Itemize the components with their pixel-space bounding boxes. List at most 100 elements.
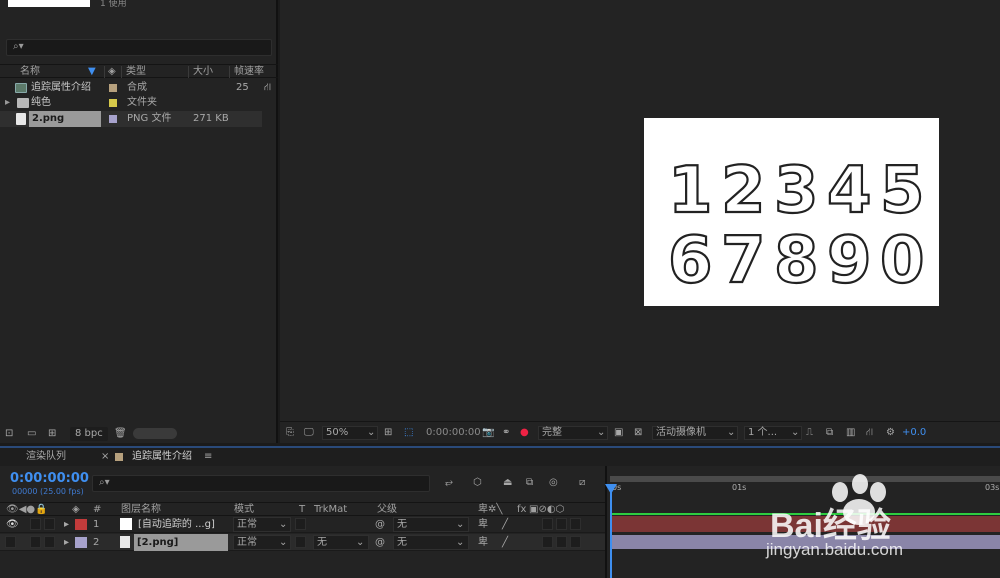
- motion-blur-icon[interactable]: ◎: [549, 476, 558, 490]
- audio-toggle[interactable]: [30, 518, 41, 530]
- mode-select[interactable]: 正常 ⌄: [233, 535, 291, 550]
- shy-switch-icon[interactable]: 卑: [478, 516, 488, 533]
- transparency-grid-icon[interactable]: ⊠: [634, 422, 642, 444]
- shy-switch-icon[interactable]: 卑: [478, 534, 488, 551]
- pick-whip-icon[interactable]: @: [375, 534, 385, 551]
- quality-switch-icon[interactable]: ╱: [502, 534, 508, 551]
- label-tag-icon[interactable]: ◈: [108, 65, 116, 78]
- column-type[interactable]: 类型: [126, 65, 146, 78]
- layer-name[interactable]: [2.png]: [134, 534, 228, 551]
- graph-editor-icon[interactable]: ⧄: [579, 476, 585, 490]
- zoom-select[interactable]: 50% ⌄: [322, 426, 378, 440]
- views-select[interactable]: 1 个... ⌄: [744, 426, 802, 440]
- project-item[interactable]: 追踪属性介绍 合成 25: [0, 80, 262, 96]
- mode-select[interactable]: 正常 ⌄: [233, 517, 291, 532]
- composition-canvas[interactable]: 12345 67890: [644, 118, 939, 306]
- bit-depth-button[interactable]: 8 bpc: [70, 427, 108, 441]
- preserve-transparency-toggle[interactable]: [295, 536, 306, 548]
- playhead-handle[interactable]: [605, 484, 617, 494]
- snapshot-icon[interactable]: 📷: [482, 422, 494, 444]
- timeline-icon[interactable]: ▥: [846, 422, 855, 444]
- tab-render-queue[interactable]: 渲染队列: [26, 448, 66, 466]
- switches-icons: 卑✲╲: [478, 504, 503, 515]
- parent-select[interactable]: 无 ⌄: [393, 517, 469, 532]
- video-toggle[interactable]: [5, 536, 16, 548]
- safe-areas-icon[interactable]: ⊞: [384, 422, 392, 444]
- parent-select[interactable]: 无 ⌄: [393, 535, 469, 550]
- chevron-down-icon: ⌄: [597, 427, 606, 438]
- expand-arrow-icon[interactable]: ▸: [5, 95, 10, 111]
- show-snapshot-icon[interactable]: ⚭: [502, 422, 510, 444]
- project-search-input[interactable]: ⌕▾: [6, 39, 272, 56]
- switch-box[interactable]: [542, 536, 553, 548]
- camera-select[interactable]: 活动摄像机 ⌄: [652, 426, 738, 440]
- current-time-indicator[interactable]: [605, 484, 617, 578]
- lock-toggle[interactable]: [44, 536, 55, 548]
- label-swatch[interactable]: [109, 115, 117, 123]
- monitor-icon[interactable]: 🖵: [304, 422, 314, 444]
- timeline-tabs: 渲染队列 × 追踪属性介绍 ≡: [0, 446, 1000, 466]
- lock-toggle[interactable]: [44, 518, 55, 530]
- trash-icon[interactable]: 🗑: [114, 427, 127, 441]
- fast-previews-icon[interactable]: ▣: [614, 422, 623, 444]
- sort-desc-icon[interactable]: ▼: [88, 65, 96, 78]
- expand-arrow-icon[interactable]: ▸: [64, 516, 69, 533]
- switch-box[interactable]: [556, 536, 567, 548]
- expand-arrow-icon[interactable]: ▸: [64, 534, 69, 551]
- column-name[interactable]: 名称: [20, 65, 40, 78]
- switch-box[interactable]: [556, 518, 567, 530]
- interpret-footage-icon[interactable]: ⊡: [5, 427, 13, 441]
- column-fps[interactable]: 帧速率: [234, 65, 264, 78]
- project-scrollbar[interactable]: [133, 428, 177, 439]
- preserve-transparency-toggle[interactable]: [295, 518, 306, 530]
- reset-exposure-icon[interactable]: ⚙: [886, 422, 895, 444]
- layer-row[interactable]: 👁 ▸ 1 [自动追踪的 ...g] 正常 ⌄ @ 无 ⌄ 卑 ╱: [0, 516, 605, 533]
- region-of-interest-icon[interactable]: ⬚: [404, 422, 413, 444]
- trkmat-select[interactable]: 无 ⌄: [313, 535, 369, 550]
- layer-label-color[interactable]: [75, 519, 87, 530]
- chevron-down-icon: ⌄: [279, 519, 288, 530]
- layer-name[interactable]: [自动追踪的 ...g]: [138, 516, 215, 533]
- flowchart-icon[interactable]: ⛙: [866, 422, 873, 444]
- panel-menu-icon[interactable]: ≡: [204, 448, 212, 466]
- new-folder-icon[interactable]: ▭: [27, 427, 36, 441]
- resolution-select[interactable]: 完整 ⌄: [538, 426, 608, 440]
- digits-image: 1 2 3 4 5 6 7 8 9 0: [667, 153, 926, 299]
- quality-switch-icon[interactable]: ╱: [502, 516, 508, 533]
- search-icon: ⌕▾: [13, 41, 24, 52]
- frame-blending-icon[interactable]: ⧉: [526, 476, 533, 490]
- always-preview-icon[interactable]: ⎘: [286, 422, 294, 444]
- toggle-pixel-aspect-icon[interactable]: ⎍: [806, 422, 813, 444]
- layer-row-selected[interactable]: ▸ 2 [2.png] 正常 ⌄ 无 ⌄ @ 无 ⌄ 卑 ╱: [0, 534, 605, 551]
- av-features-icons: 👁◀●🔒: [6, 504, 48, 515]
- label-swatch[interactable]: [109, 99, 117, 107]
- layer-label-color[interactable]: [75, 537, 87, 548]
- project-item-selected[interactable]: 2.png PNG 文件 271 KB: [0, 111, 262, 127]
- comp-flowchart-icon[interactable]: ⥂: [445, 476, 453, 490]
- folder-icon: [17, 98, 29, 108]
- audio-toggle[interactable]: [30, 536, 41, 548]
- draft-3d-icon[interactable]: ⬡: [473, 476, 482, 490]
- eye-icon[interactable]: 👁: [6, 516, 19, 533]
- project-item[interactable]: ▸ 纯色 文件夹: [0, 95, 262, 111]
- label-tag-icon[interactable]: ◈: [72, 503, 80, 516]
- column-size[interactable]: 大小: [193, 65, 213, 78]
- pick-whip-icon[interactable]: @: [375, 516, 385, 533]
- column-layer-name[interactable]: 图层名称: [121, 503, 161, 516]
- close-icon[interactable]: ×: [101, 448, 109, 466]
- tab-composition[interactable]: 追踪属性介绍: [132, 448, 192, 466]
- switch-box[interactable]: [570, 518, 581, 530]
- current-time-display[interactable]: 0:00:00:00: [10, 471, 89, 486]
- new-composition-icon[interactable]: ⊞: [48, 427, 56, 441]
- channel-icon[interactable]: ●: [520, 422, 529, 444]
- shy-layers-icon[interactable]: ⏏: [503, 476, 512, 490]
- composition-mini-icon[interactable]: ⧉: [826, 422, 833, 444]
- timeline-search-input[interactable]: ⌕▾: [92, 475, 430, 492]
- item-name[interactable]: 2.png: [29, 111, 101, 127]
- switch-box[interactable]: [542, 518, 553, 530]
- switch-box[interactable]: [570, 536, 581, 548]
- viewer-timecode[interactable]: 0:00:00:00: [426, 422, 481, 444]
- exposure-value[interactable]: +0.0: [902, 422, 926, 444]
- label-swatch[interactable]: [109, 84, 117, 92]
- flowchart-icon[interactable]: ⛙: [264, 80, 271, 96]
